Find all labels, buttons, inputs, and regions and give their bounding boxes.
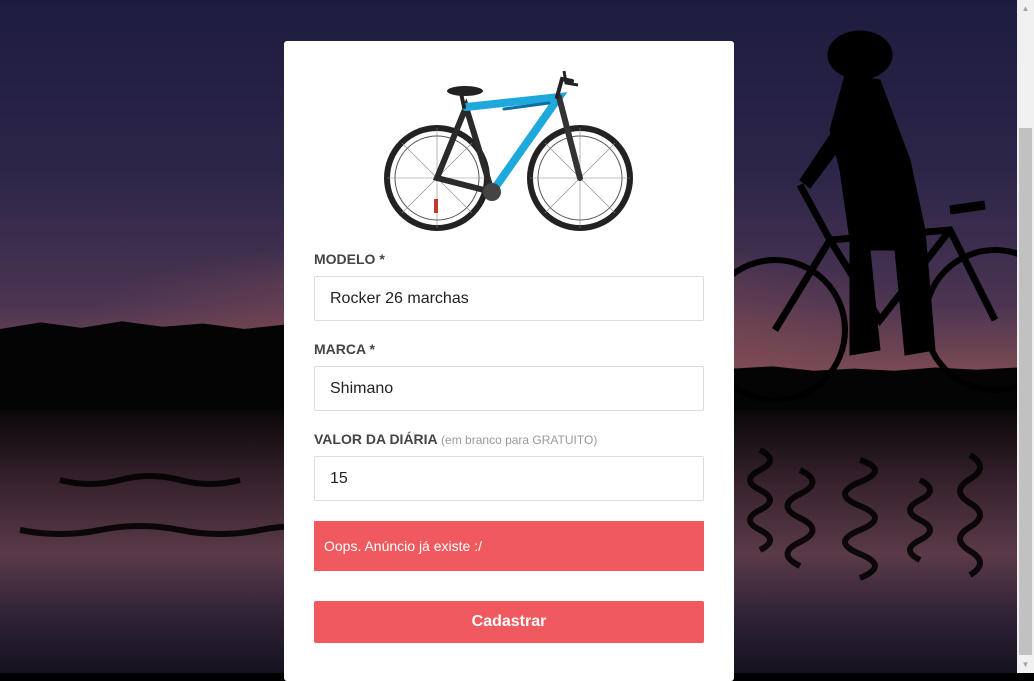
scrollbar-thumb[interactable] [1019, 128, 1032, 655]
modelo-label: MODELO * [314, 251, 385, 267]
listing-form-card: MODELO * MARCA * VALOR DA DIÁRIA (em bra… [284, 41, 734, 681]
valor-diaria-label-text: VALOR DA DIÁRIA [314, 431, 438, 447]
cadastrar-button[interactable]: Cadastrar [314, 601, 704, 643]
valor-diaria-input[interactable] [314, 456, 704, 501]
scroll-up-arrow-icon[interactable]: ▲ [1017, 0, 1034, 17]
bike-photo [384, 70, 633, 231]
error-alert: Oops. Anúncio já existe :/ [314, 521, 704, 571]
page-scrollbar[interactable]: ▲ ▼ [1017, 0, 1034, 673]
marca-input[interactable] [314, 366, 704, 411]
cyclist-silhouette [720, 30, 1017, 403]
modelo-input[interactable] [314, 276, 704, 321]
marca-label: MARCA * [314, 341, 375, 357]
valor-diaria-hint: (em branco para GRATUITO) [441, 433, 598, 447]
scroll-down-arrow-icon[interactable]: ▼ [1017, 656, 1034, 673]
valor-diaria-label: VALOR DA DIÁRIA (em branco para GRATUITO… [314, 431, 597, 447]
